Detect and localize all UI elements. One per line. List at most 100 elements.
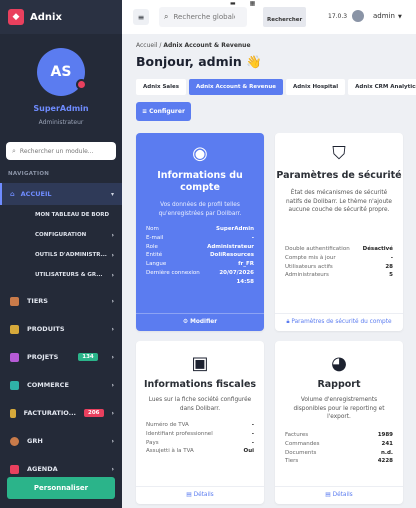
- kv-row: Commandes 241: [285, 440, 393, 447]
- search-icon: ⌕: [164, 12, 169, 21]
- kv-row: Documents n.d.: [285, 449, 393, 456]
- money-bill-icon: ▣: [191, 353, 209, 374]
- sidebar-subitem-dashboard[interactable]: MON TABLEAU DE BORD: [0, 205, 122, 225]
- calendar-icon[interactable]: ▦: [250, 0, 256, 7]
- account-details: Nom SuperAdmin E-mail - Role Administrateur…: [146, 225, 254, 287]
- card-description: Vos données de profil telles qu'enregist…: [158, 202, 242, 217]
- menu-toggle-icon[interactable]: ≡: [133, 9, 149, 25]
- fiscal-details-link[interactable]: ▤ Détails: [136, 486, 264, 504]
- card-description: État des mécanismes de sécurité natifs d…: [286, 190, 392, 213]
- kv-row: Dernière connexion 20/07/2026 14:58: [146, 269, 254, 285]
- breadcrumb: Accueil / Adnix Account & Revenue: [136, 42, 251, 49]
- chevron-right-icon: ›: [111, 251, 114, 259]
- kv-row: Numéro de TVA -: [146, 422, 254, 428]
- kv-row: Factures 1989: [285, 432, 393, 438]
- tab-account-revenue[interactable]: Adnix Account & Revenue: [189, 79, 283, 95]
- tab-adnix-hospital[interactable]: Adnix Hospital: [285, 79, 346, 95]
- kv-row: Pays -: [146, 439, 254, 446]
- user-name[interactable]: SuperAdmin: [0, 104, 122, 113]
- tab-adnix-sales[interactable]: Adnix Sales: [136, 79, 187, 95]
- global-search[interactable]: ⌕: [159, 7, 247, 27]
- avatar[interactable]: [352, 10, 364, 22]
- brand-name: Adnix: [30, 11, 62, 23]
- sidebar-subitem-users[interactable]: UTILISATEURS & GR... ›: [0, 265, 122, 285]
- document-icon: ▤: [186, 492, 194, 498]
- card-description: Volume d'enregistrements disponibles pou…: [293, 397, 385, 420]
- invoice-icon: [10, 408, 16, 418]
- sidebar-item-produits[interactable]: PRODUITS ›: [0, 315, 122, 343]
- search-icon: ⌕: [12, 146, 16, 155]
- sidebar-item-facturation[interactable]: FACTURATIO... 206 ›: [0, 399, 122, 427]
- gamepad-icon[interactable]: ▬: [230, 0, 236, 7]
- kv-row: Role Administrateur: [146, 243, 254, 250]
- module-search[interactable]: ⌕: [6, 142, 116, 160]
- kv-row: Assujetti à la TVA Oui: [146, 448, 254, 455]
- shield-icon: ⛉: [332, 143, 346, 164]
- module-search-input[interactable]: [19, 147, 110, 155]
- sitemap-icon: [10, 352, 19, 362]
- kv-row: Administrateurs 5: [285, 272, 393, 279]
- report-details-link[interactable]: ▤ Détails: [275, 486, 403, 504]
- sidebar: ◆ Adnix AS SuperAdmin Administrateur ⌕ N…: [0, 0, 122, 508]
- card-title: Informations du compte: [157, 170, 243, 193]
- sidebar-item-tiers[interactable]: TIERS ›: [0, 287, 122, 315]
- pie-chart-icon: ◕: [331, 353, 347, 374]
- chevron-right-icon: ›: [111, 325, 114, 333]
- kv-row: E-mail -: [146, 234, 254, 241]
- security-card: ⛉ Paramètres de sécurité État des mécani…: [275, 133, 403, 331]
- breadcrumb-home[interactable]: Accueil: [136, 42, 157, 49]
- search-button[interactable]: Rechercher: [263, 7, 307, 27]
- chevron-right-icon: ›: [111, 353, 114, 361]
- main-content: Accueil / Adnix Account & Revenue Bonjou…: [122, 34, 416, 508]
- account-info-card: ◉ Informations du compte Vos données de …: [136, 133, 264, 331]
- kv-row: Utilisateurs actifs 28: [285, 263, 393, 270]
- kv-row: Tiers 4228: [285, 458, 393, 465]
- configure-button[interactable]: ≡ Configurer: [136, 102, 191, 121]
- chevron-right-icon: ›: [111, 271, 114, 279]
- chevron-right-icon: ›: [111, 231, 114, 239]
- kv-row: Double authentification Désactivé: [285, 246, 393, 252]
- person-icon: [10, 436, 19, 446]
- brand[interactable]: ◆ Adnix: [0, 0, 122, 34]
- count-badge: 206: [84, 409, 104, 417]
- chevron-down-icon: ▾: [110, 190, 114, 198]
- user-menu[interactable]: admin ▼: [373, 12, 402, 20]
- page-title: Bonjour, admin 👋: [136, 54, 262, 69]
- global-search-input[interactable]: [173, 13, 236, 21]
- home-icon: ⌂: [10, 190, 15, 198]
- sidebar-subitem-admin-tools[interactable]: OUTILS D'ADMINISTR... ›: [0, 245, 122, 265]
- calendar-icon: [10, 464, 19, 474]
- user-circle-icon: ◉: [192, 143, 208, 164]
- sidebar-item-commerce[interactable]: COMMERCE ›: [0, 371, 122, 399]
- sidebar-item-accueil[interactable]: ⌂ ACCUEIL ▾: [0, 183, 122, 205]
- kv-row: Compte mis à jour -: [285, 254, 393, 261]
- tab-crm-analytics[interactable]: Adnix CRM Analytics: [348, 79, 416, 95]
- edit-link[interactable]: ⚙ Modifier: [136, 313, 264, 331]
- dashboard-tabs: Adnix Sales Adnix Account & Revenue Adni…: [136, 79, 416, 95]
- security-details: Double authentification Désactivé Compte …: [285, 245, 393, 280]
- card-title: Informations fiscales: [143, 379, 257, 390]
- report-details: Factures 1989 Commandes 241 Documents n.d. …: [285, 431, 393, 466]
- nav-section-label: NAVIGATION: [8, 171, 50, 177]
- chevron-right-icon: ›: [111, 409, 114, 417]
- sidebar-item-label: ACCUEIL: [20, 190, 52, 198]
- chevron-down-icon: ▼: [397, 14, 402, 20]
- security-settings-link[interactable]: 🔒︎ Paramètres de sécurité du compte: [275, 313, 403, 331]
- count-badge: 134: [78, 353, 98, 361]
- brand-logo-icon: ◆: [8, 9, 24, 25]
- sidebar-subitem-configuration[interactable]: CONFIGURATION ›: [0, 225, 122, 245]
- customize-button[interactable]: Personnaliser: [7, 477, 115, 499]
- kv-row: Langue fr_FR: [146, 261, 254, 268]
- document-icon: ▤: [325, 492, 333, 498]
- kv-row: Entité DoliResources: [146, 252, 254, 259]
- top-icons: ▬ ▦: [230, 0, 255, 7]
- sidebar-item-projets[interactable]: PROJETS 134 ›: [0, 343, 122, 371]
- report-card: ◕ Rapport Volume d'enregistrements dispo…: [275, 341, 403, 504]
- card-description: Lues sur la fiche société configurée dan…: [148, 397, 252, 412]
- user-avatar-large[interactable]: AS: [37, 48, 87, 96]
- briefcase-icon: [10, 380, 19, 390]
- sidebar-item-grh[interactable]: GRH ›: [0, 427, 122, 455]
- building-icon: [10, 296, 19, 306]
- card-title: Paramètres de sécurité: [276, 170, 402, 181]
- kv-row: Nom SuperAdmin: [146, 226, 254, 232]
